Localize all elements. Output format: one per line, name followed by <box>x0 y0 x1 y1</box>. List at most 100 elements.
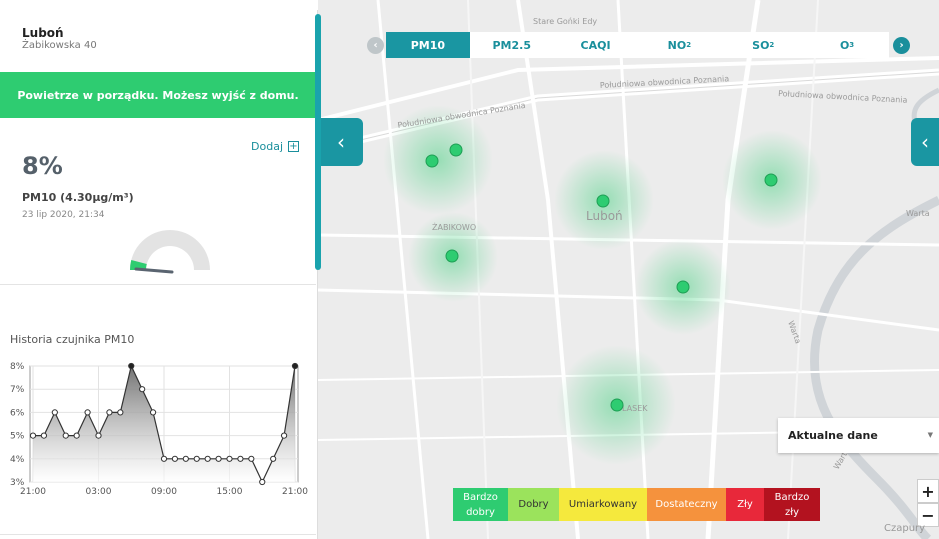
sensor-marker[interactable] <box>676 280 690 294</box>
map-place-label: Czapury <box>884 523 926 534</box>
chart-point[interactable] <box>40 432 48 439</box>
tab-label: SO <box>752 38 770 52</box>
legend-item: Bardzo dobry <box>453 488 508 521</box>
chart-point[interactable] <box>51 409 58 416</box>
chart-point[interactable] <box>248 455 255 462</box>
tab-subscript: 2 <box>769 41 775 49</box>
legend-item: Umiarkowany <box>559 488 647 521</box>
legend-item: Bardzo zły <box>764 488 820 521</box>
chart-point[interactable] <box>171 455 179 462</box>
chevron-right-icon: › <box>899 40 904 51</box>
collapse-panel-button[interactable]: ‹ <box>319 118 363 166</box>
chart-point[interactable] <box>149 409 157 416</box>
add-label: Dodaj <box>251 140 283 153</box>
quality-gauge <box>130 230 210 274</box>
chart-x-tick: 03:00 <box>86 487 112 497</box>
chart-x-tick: 21:00 <box>20 487 46 497</box>
map-base: Stare Gońki Edy Południowa obwodnica Poz… <box>318 0 939 539</box>
divider <box>0 284 316 285</box>
tab-5[interactable]: O3 <box>805 32 889 58</box>
chart-point[interactable] <box>62 432 69 439</box>
tab-subscript: 2 <box>686 41 692 49</box>
tab-label: NO <box>667 38 687 52</box>
history-chart: 8%7%6%5%4%3%21:00 03:00 09:00 15:00 21:00 <box>10 362 308 497</box>
sensor-marker[interactable] <box>610 398 624 412</box>
chart-point[interactable] <box>280 432 288 439</box>
sensor-marker[interactable] <box>425 154 439 168</box>
chart-point[interactable] <box>29 432 37 439</box>
tabs-next-button[interactable]: › <box>893 37 910 54</box>
chevron-left-icon: ‹ <box>373 40 378 51</box>
tab-1[interactable]: PM2.5 <box>470 32 554 58</box>
chevron-down-icon: ▼ <box>927 431 933 439</box>
chart-point[interactable] <box>128 362 135 370</box>
dropdown-selected-value: Aktualne dane <box>788 429 878 442</box>
tab-label: PM2.5 <box>492 38 531 52</box>
map[interactable]: Stare Gońki Edy Południowa obwodnica Poz… <box>318 0 939 539</box>
status-banner: Powietrze w porządku. Możesz wyjść z dom… <box>0 72 316 118</box>
chart-point[interactable] <box>73 432 80 439</box>
map-label-lasek: LASEK <box>622 404 648 413</box>
quality-legend: Bardzo dobry Dobry Umiarkowany Dostateczny Z… <box>453 488 820 521</box>
gauge-needle <box>134 267 174 274</box>
chevron-left-icon: ‹ <box>337 130 345 154</box>
map-label-zabikowo: ŻABIKOWO <box>432 222 476 232</box>
divider <box>0 534 316 535</box>
reading-date: 23 lip 2020, 21:34 <box>22 210 105 220</box>
chart-point[interactable] <box>204 455 211 462</box>
chart-point[interactable] <box>139 386 146 393</box>
chart-point[interactable] <box>259 478 266 486</box>
zoom-in-button[interactable]: + <box>917 479 939 503</box>
tab-0[interactable]: PM10 <box>386 32 470 58</box>
chart-point[interactable] <box>106 409 113 416</box>
location-name: Luboń <box>22 26 64 40</box>
map-label-road-top: Stare Gońki Edy <box>533 17 597 26</box>
chart-point[interactable] <box>226 455 233 462</box>
sensor-marker[interactable] <box>764 173 778 187</box>
chart-y-tick: 4% <box>10 455 25 465</box>
sensor-panel: Luboń Żabikowska 40 Powietrze w porządku… <box>0 10 318 539</box>
chart-y-tick: 8% <box>10 362 25 372</box>
chart-point[interactable] <box>291 362 299 370</box>
status-message: Powietrze w porządku. Możesz wyjść z dom… <box>17 88 299 102</box>
add-button[interactable]: Dodaj + <box>251 140 299 153</box>
pollutant-tabs: PM10 PM2.5 CAQI NO 2 SO 2 O 3 <box>386 32 889 58</box>
tabs-prev-button[interactable]: ‹ <box>367 37 384 54</box>
history-title: Historia czujnika PM10 <box>10 333 135 346</box>
chart-x-tick: 15:00 <box>217 487 243 497</box>
chart-point[interactable] <box>117 409 124 416</box>
chart-point[interactable] <box>160 455 168 462</box>
reading-percent: 8% <box>22 152 63 180</box>
legend-item: Dostateczny <box>647 488 726 521</box>
panel-scrollbar[interactable] <box>315 14 321 270</box>
chart-point[interactable] <box>95 432 102 439</box>
tab-3[interactable]: NO 2 <box>637 32 721 58</box>
expand-right-panel-button[interactable]: ‹ <box>911 118 939 166</box>
chart-point[interactable] <box>215 455 222 462</box>
location-street: Żabikowska 40 <box>22 40 97 51</box>
legend-item: Zły <box>726 488 764 521</box>
chart-point[interactable] <box>193 455 200 462</box>
sensor-marker[interactable] <box>449 143 463 157</box>
tab-subscript: 3 <box>849 41 855 49</box>
chart-point[interactable] <box>270 455 277 462</box>
plus-icon: + <box>288 141 299 152</box>
reading-pm-value: PM10 (4.30µg/m³) <box>22 191 134 204</box>
sensor-marker[interactable] <box>596 194 610 208</box>
map-label-town-lubon: Luboń <box>586 209 623 223</box>
chart-x-tick: 21:00 <box>282 487 308 497</box>
chart-y-tick: 6% <box>10 408 25 418</box>
chevron-left-icon: ‹ <box>921 130 929 154</box>
sensor-marker[interactable] <box>445 249 459 263</box>
chart-point[interactable] <box>84 409 91 416</box>
tab-2[interactable]: CAQI <box>554 32 638 58</box>
tab-label: O <box>839 38 850 52</box>
chart-x-tick: 09:00 <box>151 487 177 497</box>
data-mode-dropdown[interactable]: Aktualne dane ▼ <box>778 418 939 453</box>
chart-point[interactable] <box>182 455 189 462</box>
chart-y-tick: 7% <box>10 385 25 395</box>
tab-4[interactable]: SO 2 <box>721 32 805 58</box>
tab-label: CAQI <box>580 38 611 52</box>
chart-point[interactable] <box>237 455 244 462</box>
legend-item: Dobry <box>508 488 559 521</box>
